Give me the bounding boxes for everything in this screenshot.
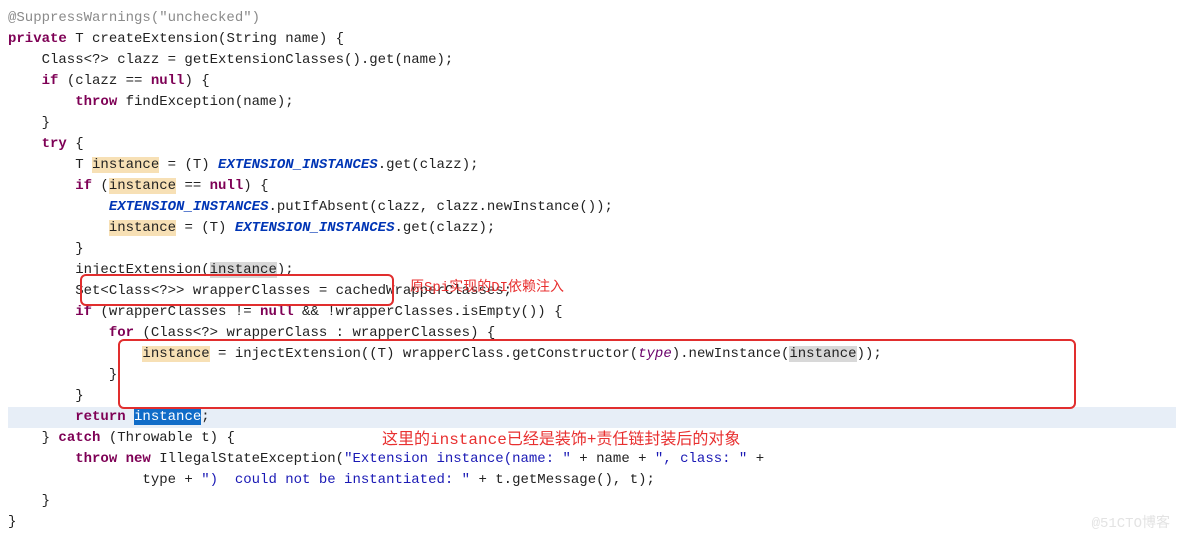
line-throw-find: throw findException(name); <box>8 94 294 110</box>
line-if-clazz-null: if (clazz == null) { <box>8 73 210 89</box>
line-catch: } catch (Throwable t) { <box>8 430 235 446</box>
line-inject-extension: injectExtension(instance); <box>8 262 294 278</box>
brace-close: } <box>8 115 50 131</box>
code-block: @SuppressWarnings("unchecked") private T… <box>8 8 1176 533</box>
brace-close: } <box>8 388 84 404</box>
brace-close: } <box>8 514 16 530</box>
line-for-body: instance = injectExtension((T) wrapperCl… <box>8 346 882 362</box>
line-clazz: Class<?> clazz = getExtensionClasses().g… <box>8 52 453 68</box>
line-instance-get: T instance = (T) EXTENSION_INSTANCES.get… <box>8 157 479 173</box>
annotation-line: @SuppressWarnings("unchecked") <box>8 10 260 26</box>
brace-close: } <box>8 493 50 509</box>
line-put-if-absent: EXTENSION_INSTANCES.putIfAbsent(clazz, c… <box>8 199 613 215</box>
line-if-instance-null: if (instance == null) { <box>8 178 268 194</box>
annotation-comment-1: 原Spi实现的DI依赖注入 <box>410 278 564 299</box>
line-throw-new: throw new IllegalStateException("Extensi… <box>8 451 764 467</box>
line-try: try { <box>8 136 84 152</box>
line-if-wrapper: if (wrapperClasses != null && !wrapperCl… <box>8 304 563 320</box>
annotation-comment-2: 这里的instance已经是装饰+责任链封装后的对象 <box>382 428 740 452</box>
method-declaration: private T createExtension(String name) { <box>8 31 344 47</box>
line-throw-cont: type + ") could not be instantiated: " +… <box>8 472 655 488</box>
line-for: for (Class<?> wrapperClass : wrapperClas… <box>8 325 495 341</box>
line-instance-assign2: instance = (T) EXTENSION_INSTANCES.get(c… <box>8 220 495 236</box>
line-return: return instance; <box>8 407 1176 428</box>
brace-close: } <box>8 241 84 257</box>
brace-close: } <box>8 367 117 383</box>
